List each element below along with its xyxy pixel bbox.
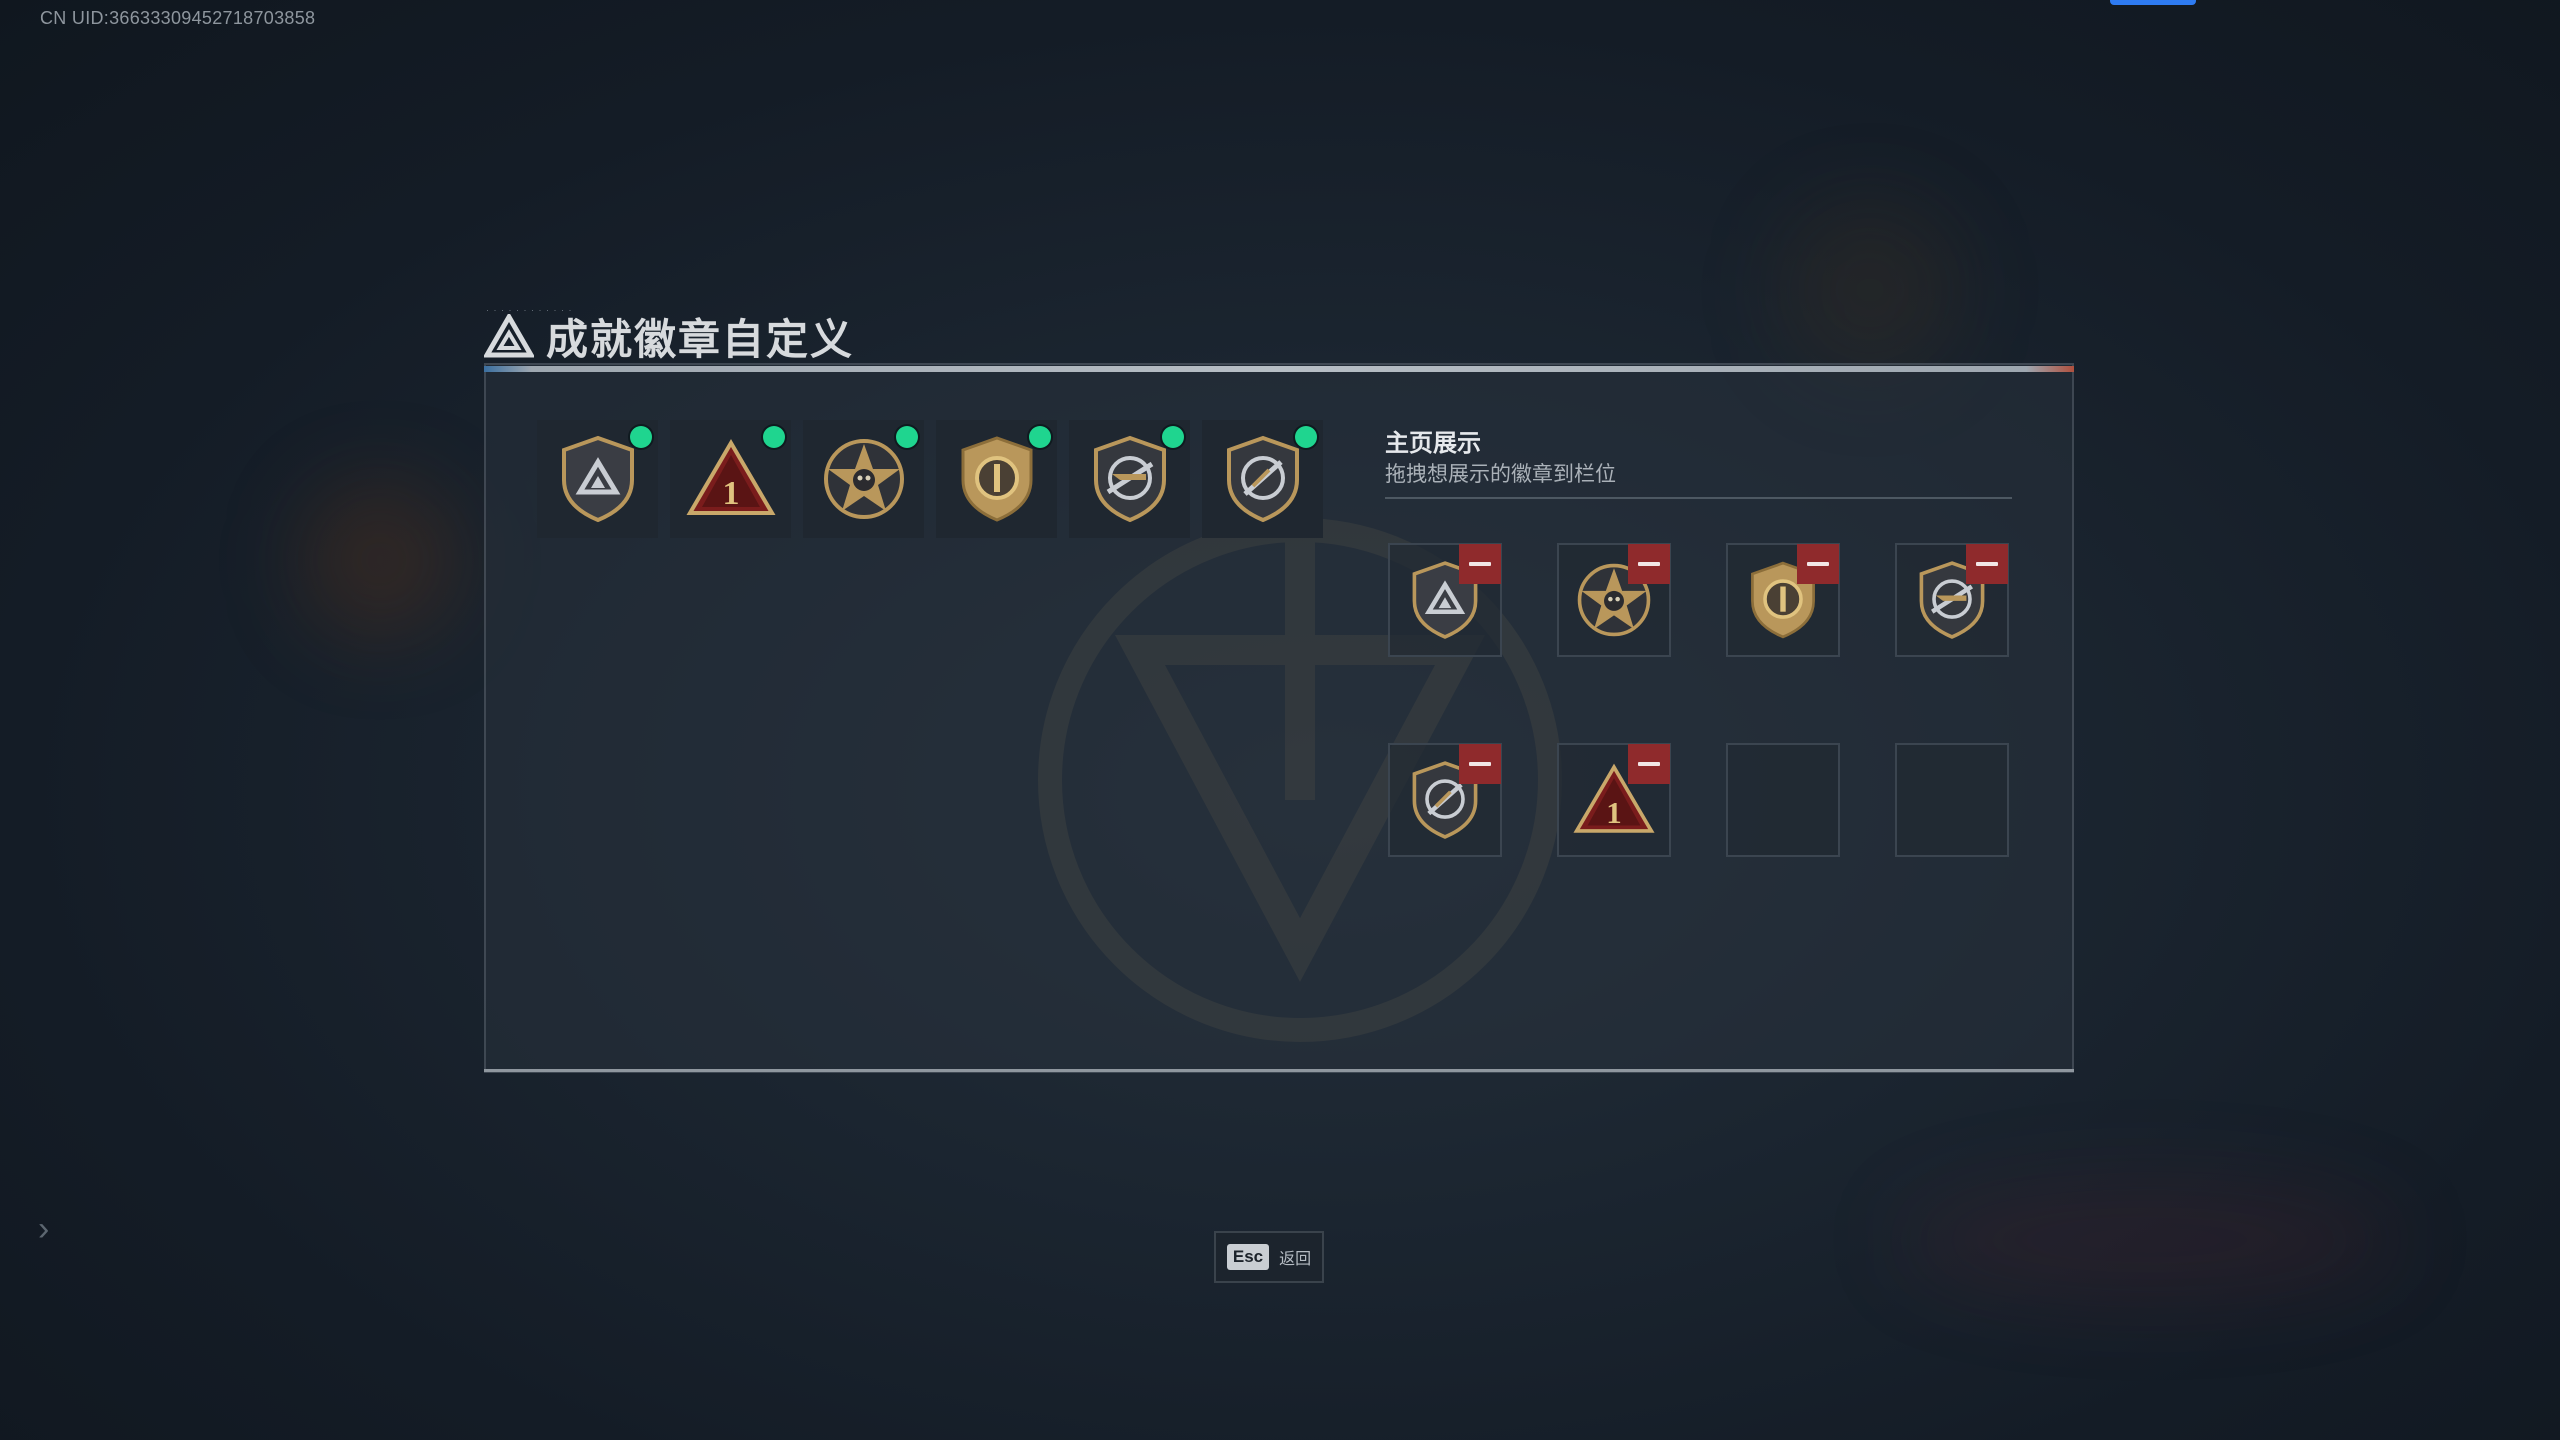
new-indicator-dot: [1029, 426, 1051, 448]
remove-badge-button[interactable]: [1797, 544, 1839, 584]
showcase-slot-3[interactable]: [1726, 543, 1840, 657]
panel-top-border: [484, 366, 2074, 372]
uid-label: CN UID:36633309452718703858: [40, 8, 316, 28]
svg-text:1: 1: [722, 475, 739, 512]
remove-badge-button[interactable]: [1628, 744, 1670, 784]
page-title-row: 成就徽章自定义: [484, 306, 854, 366]
bg-glow: [1900, 1180, 2400, 1300]
rank-one-triangle-badge-icon: 1: [686, 439, 775, 515]
back-button[interactable]: Esc 返回: [1214, 1231, 1324, 1283]
owned-badge-slot[interactable]: 1: [670, 420, 791, 538]
showcase-slot-6[interactable]: 1: [1557, 743, 1671, 857]
showcase-slot-7-empty[interactable]: [1726, 743, 1840, 857]
star-skull-badge-icon: [823, 439, 904, 519]
showcase-slot-8-empty[interactable]: [1895, 743, 2009, 857]
watermark-emblem-icon: [1038, 518, 1562, 1042]
showcase-subtitle: 拖拽想展示的徽章到栏位: [1385, 463, 1616, 486]
remove-badge-button[interactable]: [1966, 544, 2008, 584]
shield-triangle-badge-icon: [561, 435, 634, 523]
owned-badge-list: 1: [537, 420, 1323, 538]
shield-circle-badge-icon: [961, 436, 1032, 522]
owned-badge-slot[interactable]: [1202, 420, 1323, 538]
showcase-slot-4[interactable]: [1895, 543, 2009, 657]
top-blue-tab[interactable]: [2110, 0, 2196, 5]
shield-rifle-badge-icon: [1093, 435, 1166, 523]
triangle-logo-icon: [484, 314, 534, 358]
bg-glow: [1780, 200, 1960, 380]
back-label: 返回: [1279, 1251, 1312, 1268]
new-indicator-dot: [1295, 426, 1317, 448]
remove-badge-button[interactable]: [1459, 544, 1501, 584]
showcase-divider: [1385, 497, 2012, 499]
shield-crossed-circle-badge-icon: [1226, 435, 1299, 523]
new-indicator-dot: [763, 426, 785, 448]
svg-text:1: 1: [1606, 795, 1621, 830]
showcase-slot-2[interactable]: [1557, 543, 1671, 657]
showcase-title: 主页展示: [1385, 430, 1481, 457]
owned-badge-slot[interactable]: [803, 420, 924, 538]
owned-badge-slot[interactable]: [1069, 420, 1190, 538]
showcase-slot-5[interactable]: [1388, 743, 1502, 857]
new-indicator-dot: [896, 426, 918, 448]
owned-badge-slot[interactable]: [537, 420, 658, 538]
new-indicator-dot: [630, 426, 652, 448]
remove-badge-button[interactable]: [1628, 544, 1670, 584]
owned-badge-slot[interactable]: [936, 420, 1057, 538]
page-title: 成就徽章自定义: [546, 315, 855, 363]
showcase-slot-1[interactable]: [1388, 543, 1502, 657]
chevron-right-icon: ›: [38, 1210, 50, 1248]
new-indicator-dot: [1162, 426, 1184, 448]
esc-key-hint: Esc: [1226, 1244, 1270, 1270]
bg-glow: [300, 480, 460, 640]
remove-badge-button[interactable]: [1459, 744, 1501, 784]
